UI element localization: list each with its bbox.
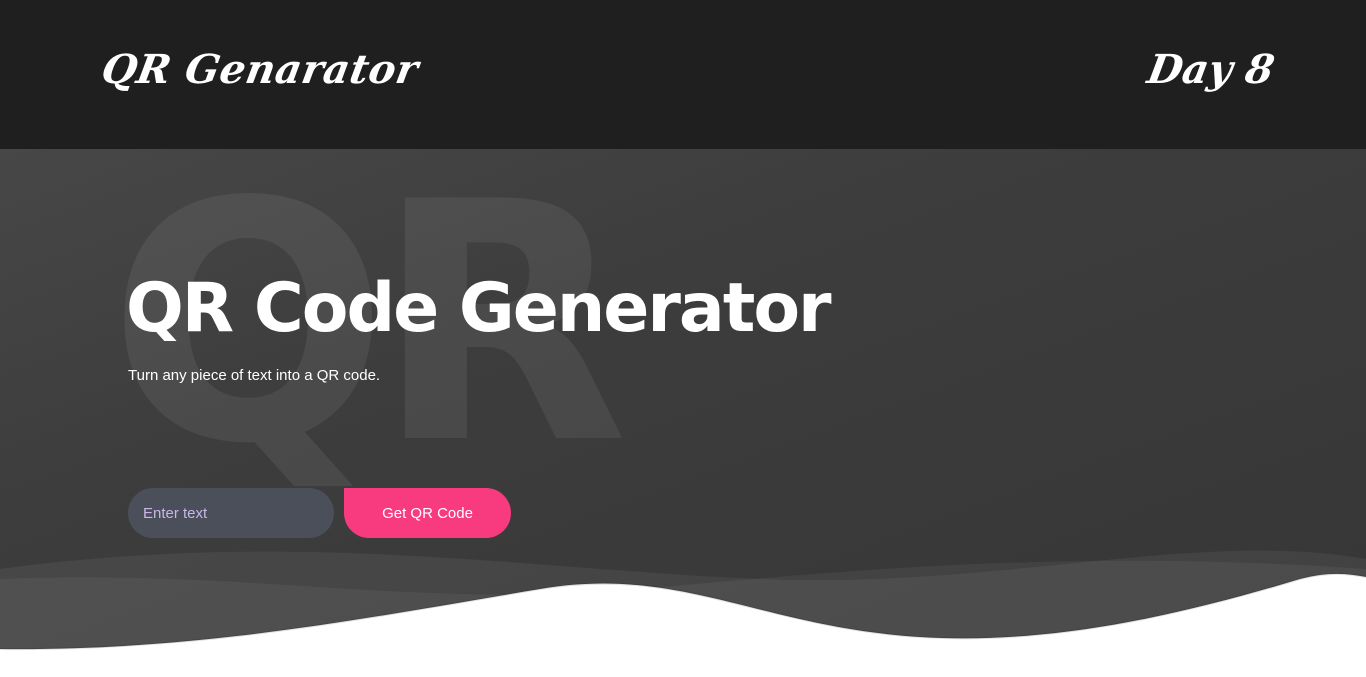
wave-layer-back: [0, 550, 1366, 677]
wave-layer-mid: [0, 560, 1366, 677]
navbar: QR Genarator Day 8: [0, 0, 1366, 149]
wave-shadow: [0, 572, 1366, 651]
page-subtitle: Turn any piece of text into a QR code.: [128, 367, 381, 384]
wave-white-fill: [0, 573, 1366, 677]
page: QR Genarator Day 8 QR QR Code Generator …: [0, 0, 1366, 677]
text-input[interactable]: [128, 488, 334, 538]
get-qr-code-button[interactable]: Get QR Code: [344, 488, 511, 538]
hero-section: QR QR Code Generator Turn any piece of t…: [0, 149, 1366, 677]
brand-logo[interactable]: QR Genarator: [97, 40, 423, 100]
day-label: Day 8: [1144, 46, 1279, 93]
page-title: QR Code Generator: [126, 269, 832, 348]
